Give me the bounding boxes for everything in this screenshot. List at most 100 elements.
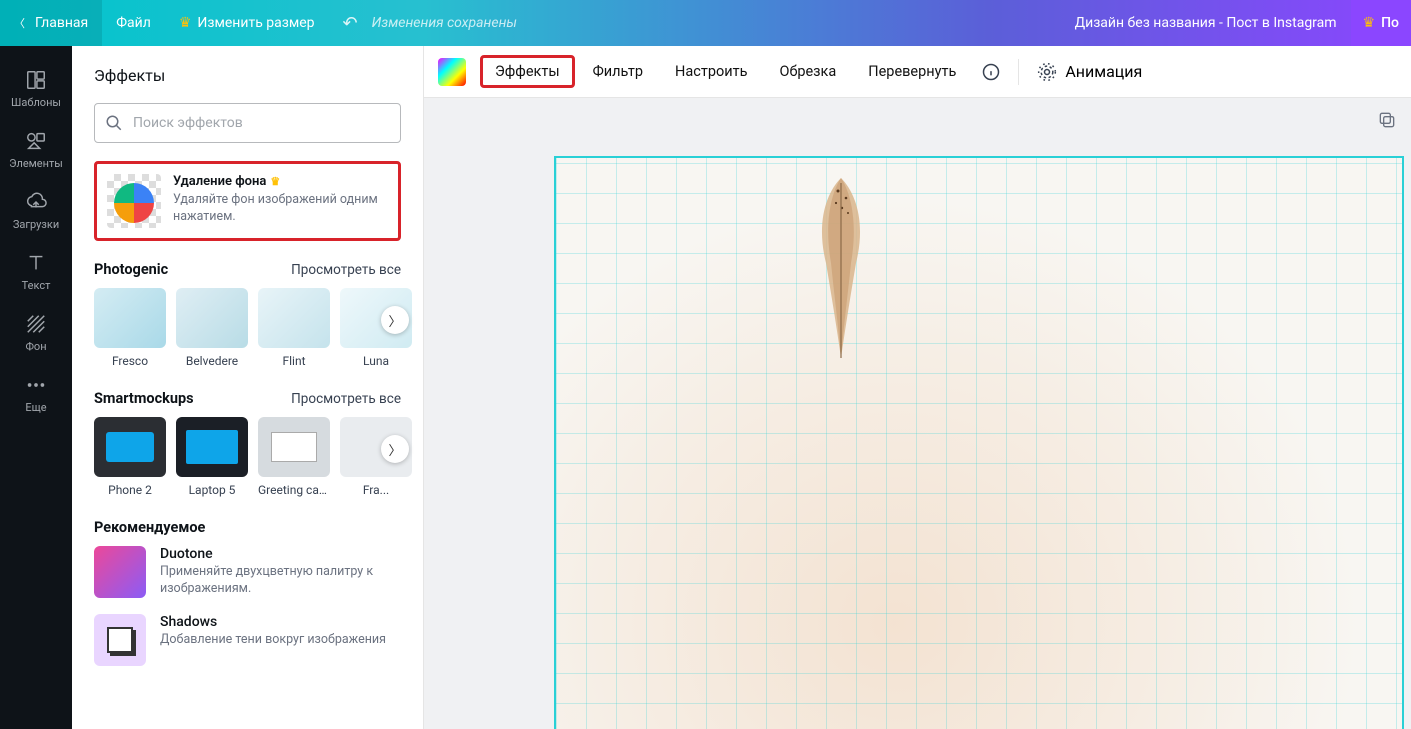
saved-status: Изменения сохранены: [372, 15, 517, 31]
rail-label: Загрузки: [13, 218, 59, 231]
top-left-group: 〈 Главная Файл ♛ Изменить размер ↶ Измен…: [0, 0, 531, 46]
rec-title: Shadows: [160, 614, 401, 630]
thumb-label: Belvedere: [176, 354, 248, 368]
canvas-area[interactable]: [424, 98, 1411, 729]
see-all-link[interactable]: Просмотреть все: [291, 391, 401, 407]
section-title: Photogenic: [94, 261, 168, 278]
shadows-item[interactable]: Shadows Добавление тени вокруг изображен…: [94, 614, 401, 666]
section-title: Рекомендуемое: [94, 519, 205, 536]
chevron-left-icon: 〈: [14, 15, 25, 31]
rail-text[interactable]: Текст: [0, 241, 72, 302]
adjust-tab[interactable]: Настроить: [661, 56, 761, 87]
text-icon: [24, 251, 48, 275]
see-all-link[interactable]: Просмотреть все: [291, 262, 401, 278]
rail-templates[interactable]: Шаблоны: [0, 58, 72, 119]
more-icon: [24, 373, 48, 397]
feat-desc: Удаляйте фон изображений одним нажатием.: [173, 192, 388, 226]
feather-image: [796, 173, 886, 363]
recommended-section: Рекомендуемое Duotone Применяйте двухцве…: [94, 519, 401, 666]
flip-tab[interactable]: Перевернуть: [854, 56, 970, 87]
effects-tab[interactable]: Эффекты: [480, 55, 575, 88]
toolbar-separator: [1018, 59, 1019, 85]
mockup-thumb[interactable]: Greeting car...: [258, 417, 330, 497]
home-menu[interactable]: 〈 Главная: [0, 0, 102, 46]
search-input[interactable]: [133, 115, 390, 131]
rail-label: Текст: [22, 279, 51, 292]
effect-thumb[interactable]: Flint: [258, 288, 330, 368]
rail-uploads[interactable]: Загрузки: [0, 180, 72, 241]
animation-icon: [1037, 62, 1057, 82]
info-button[interactable]: [980, 61, 1002, 83]
artboard[interactable]: [554, 156, 1404, 729]
resize-menu[interactable]: ♛ Изменить размер: [165, 0, 329, 46]
rail-label: Фон: [25, 340, 46, 353]
animation-button[interactable]: Анимация: [1037, 62, 1142, 82]
photogenic-section: Photogenic Просмотреть все Fresco Belved…: [94, 261, 401, 368]
color-swatch[interactable]: [438, 58, 466, 86]
context-toolbar: Эффекты Фильтр Настроить Обрезка Перевер…: [424, 46, 1411, 98]
elements-icon: [24, 129, 48, 153]
crown-icon: ♛: [270, 175, 280, 188]
panel-scroll[interactable]: Удаление фона ♛ Удаляйте фон изображений …: [72, 103, 423, 729]
thumb-label: Fra...: [340, 483, 412, 497]
info-icon: [981, 62, 1001, 82]
rail-more[interactable]: Еще: [0, 363, 72, 424]
crown-icon: ♛: [1363, 15, 1376, 31]
premium-button[interactable]: ♛ По: [1351, 0, 1411, 46]
thumb-label: Laptop 5: [176, 483, 248, 497]
undo-icon: ↶: [343, 13, 358, 34]
home-label: Главная: [35, 15, 88, 31]
thumb-label: Flint: [258, 354, 330, 368]
smartmockups-section: Smartmockups Просмотреть все Phone 2 Lap…: [94, 390, 401, 497]
rail-elements[interactable]: Элементы: [0, 119, 72, 180]
effects-panel: Эффекты Удаление фона ♛ Удаляйте фон изоб…: [72, 46, 424, 729]
copy-icon: [1377, 110, 1397, 130]
mockup-thumb[interactable]: Laptop 5: [176, 417, 248, 497]
rec-desc: Добавление тени вокруг изображения: [160, 632, 401, 649]
crop-tab[interactable]: Обрезка: [765, 56, 850, 87]
background-icon: [24, 312, 48, 336]
feat-title: Удаление фона: [173, 174, 266, 189]
thumb-label: Fresco: [94, 354, 166, 368]
premium-label: По: [1381, 15, 1399, 31]
shadows-thumb: [94, 614, 146, 666]
animation-label: Анимация: [1065, 62, 1142, 81]
rail-label: Элементы: [9, 157, 63, 170]
search-box[interactable]: [94, 103, 401, 143]
canvas-copy-button[interactable]: [1377, 110, 1397, 134]
rail-label: Еще: [25, 401, 46, 414]
top-menubar: 〈 Главная Файл ♛ Изменить размер ↶ Измен…: [0, 0, 1411, 46]
uploads-icon: [24, 190, 48, 214]
chevron-right-icon: 〉: [388, 440, 401, 459]
scroll-right-button[interactable]: 〉: [381, 435, 409, 463]
section-title: Smartmockups: [94, 390, 194, 407]
file-menu[interactable]: Файл: [102, 0, 165, 46]
search-icon: [105, 114, 123, 132]
file-label: Файл: [116, 15, 151, 31]
thumb-label: Luna: [340, 354, 412, 368]
thumb-label: Greeting car...: [258, 483, 330, 497]
panel-title: Эффекты: [72, 46, 423, 103]
background-remover-card[interactable]: Удаление фона ♛ Удаляйте фон изображений …: [94, 161, 401, 241]
undo-button[interactable]: ↶ Изменения сохранены: [329, 0, 532, 46]
side-rail: Шаблоны Элементы Загрузки Текст Фон Еще: [0, 46, 72, 729]
scroll-right-button[interactable]: 〉: [381, 306, 409, 334]
chevron-right-icon: 〉: [388, 311, 401, 330]
rail-background[interactable]: Фон: [0, 302, 72, 363]
top-right-group: Дизайн без названия - Пост в Instagram ♛…: [1075, 0, 1411, 46]
mockup-thumb[interactable]: Phone 2: [94, 417, 166, 497]
effect-thumb[interactable]: Fresco: [94, 288, 166, 368]
thumb-label: Phone 2: [94, 483, 166, 497]
duotone-item[interactable]: Duotone Применяйте двухцветную палитру к…: [94, 546, 401, 598]
duotone-thumb: [94, 546, 146, 598]
crown-icon: ♛: [179, 15, 192, 31]
filter-tab[interactable]: Фильтр: [579, 56, 657, 87]
rec-title: Duotone: [160, 546, 401, 562]
effect-thumb[interactable]: Belvedere: [176, 288, 248, 368]
bg-remover-thumb: [107, 174, 161, 228]
templates-icon: [24, 68, 48, 92]
resize-label: Изменить размер: [197, 15, 314, 31]
document-title[interactable]: Дизайн без названия - Пост в Instagram: [1075, 15, 1337, 31]
rail-label: Шаблоны: [11, 96, 61, 109]
rec-desc: Применяйте двухцветную палитру к изображ…: [160, 564, 401, 598]
